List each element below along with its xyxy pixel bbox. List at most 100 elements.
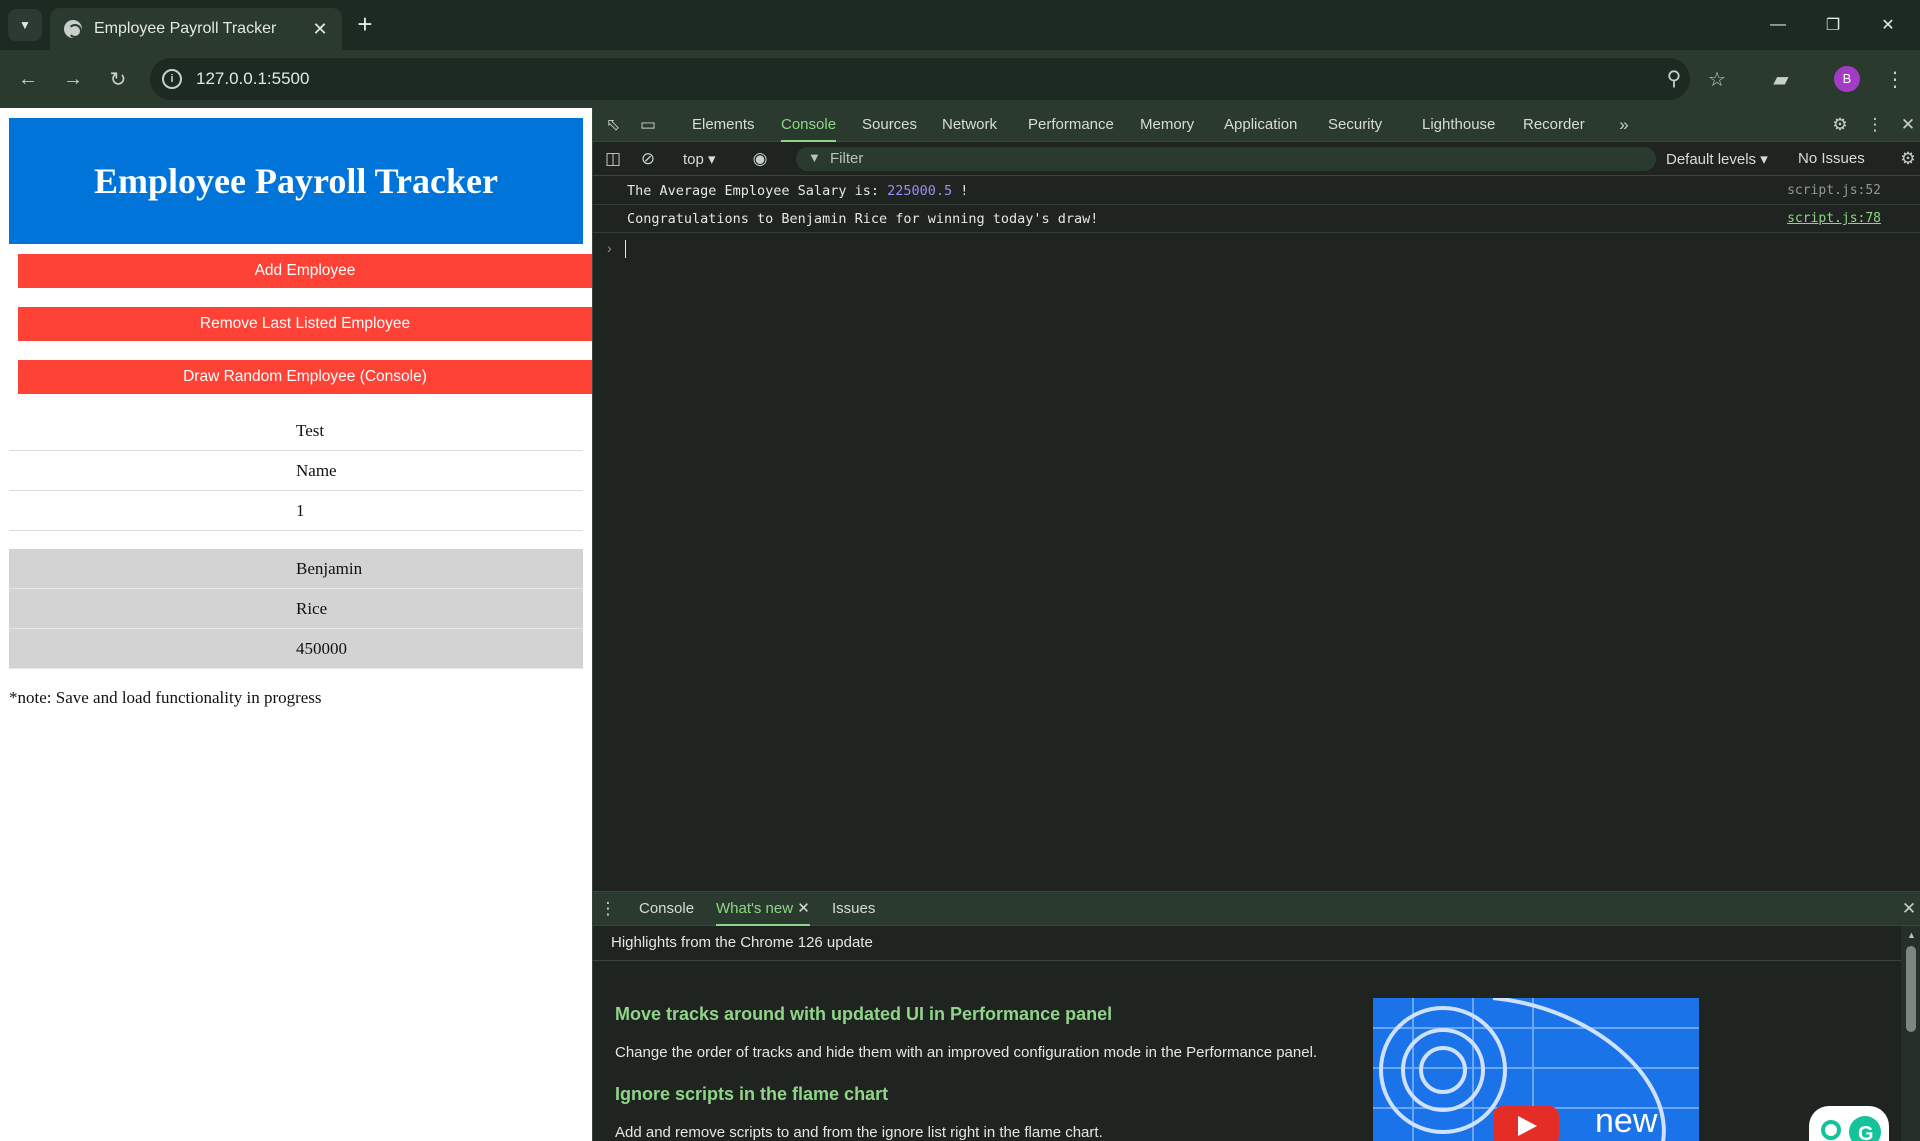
page-header: Employee Payroll Tracker [9,118,583,244]
console-text-prefix: The Average Employee Salary is: [627,183,888,199]
address-bar[interactable]: i 127.0.0.1:5500 ⚲ [150,58,1690,100]
console-message: The Average Employee Salary is: 225000.5… [593,177,1920,205]
zoom-icon[interactable]: ⚲ [1662,68,1686,92]
tab-security[interactable]: Security [1328,108,1382,142]
minimize-button[interactable]: — [1756,8,1800,42]
whats-new-text: Add and remove scripts to and from the i… [615,1124,1103,1141]
whats-new-video-thumbnail[interactable]: new [1373,998,1699,1141]
console-source-link[interactable]: script.js:52 [1787,183,1881,198]
devtools-panel: ⬁ ▭ Elements Console Sources Network Per… [592,108,1920,1141]
console-settings-icon[interactable]: ⚙ [1897,148,1919,170]
close-drawer-icon[interactable]: ✕ [1898,898,1920,920]
browser-tab-strip: ▼ Employee Payroll Tracker ✕ + — ❐ ✕ [0,0,1920,50]
tab-memory[interactable]: Memory [1140,108,1194,142]
employee-record: Test Name 1 [9,411,583,531]
profile-avatar[interactable]: B [1834,66,1860,92]
footnote: *note: Save and load functionality in pr… [9,688,322,707]
console-filterbar: ◫ ⊘ top ▾ ◉ ▼ Filter Default levels ▾ No… [593,142,1920,176]
url-text: 127.0.0.1:5500 [196,69,310,88]
tab-network[interactable]: Network [942,108,997,142]
globe-icon [64,20,82,38]
new-tab-button[interactable]: + [352,11,378,38]
whats-new-heading[interactable]: Ignore scripts in the flame chart [615,1084,888,1105]
employee-record: Benjamin Rice 450000 [9,549,583,669]
settings-gear-icon[interactable]: ⚙ [1829,114,1851,136]
scroll-thumb[interactable] [1906,946,1916,1032]
site-info-icon[interactable]: i [162,69,182,89]
sidebar-toggle-icon[interactable]: ◫ [602,148,624,170]
menu-kebab-icon[interactable]: ⋮ [1880,64,1910,94]
devtools-drawer: ⋮ Console What's new ✕ Issues ✕ Highligh… [593,891,1920,1141]
drawer-tab-whats-new[interactable]: What's new ✕ [716,892,810,926]
scroll-up-arrow-icon[interactable]: ▲ [1907,930,1916,940]
console-message-text: Congratulations to Benjamin Rice for win… [627,211,1099,227]
devtools-tabbar: ⬁ ▭ Elements Console Sources Network Per… [593,108,1920,142]
console-input-cursor[interactable] [625,240,626,258]
tab-search-button[interactable]: ▼ [8,9,42,41]
issues-counter[interactable]: No Issues [1798,150,1865,167]
back-button[interactable]: ← [13,64,43,94]
inspect-element-icon[interactable]: ⬁ [602,114,624,136]
employee-table: Test Name 1 Benjamin Rice 450000 [9,411,583,669]
console-number-value: 225000.5 [887,183,953,199]
more-tabs-icon[interactable]: » [1613,114,1635,136]
browser-toolbar: ← → ↻ i 127.0.0.1:5500 ⚲ ☆ ▰ ⋮ [0,50,1920,108]
employee-first-name: Benjamin [9,549,583,589]
tab-sources[interactable]: Sources [862,108,917,142]
draw-random-employee-button[interactable]: Draw Random Employee (Console) [18,360,592,394]
employee-last-name: Name [9,451,583,491]
drawer-tabbar: ⋮ Console What's new ✕ Issues ✕ [593,892,1920,926]
console-text-suffix: ! [952,183,969,199]
tab-application[interactable]: Application [1224,108,1297,142]
tab-elements[interactable]: Elements [692,108,755,142]
close-tab-icon[interactable]: ✕ [797,900,810,917]
console-message-text: The Average Employee Salary is: 225000.5… [627,183,968,199]
extensions-icon[interactable]: ▰ [1766,64,1796,94]
chevron-down-icon: ▼ [19,18,31,32]
console-source-link[interactable]: script.js:78 [1787,211,1881,226]
bookmark-star-icon[interactable]: ☆ [1702,64,1732,94]
employee-last-name: Rice [9,589,583,629]
add-employee-button[interactable]: Add Employee [18,254,592,288]
clear-console-icon[interactable]: ⊘ [637,148,659,170]
whats-new-subtitle: Highlights from the Chrome 126 update [611,934,873,951]
restore-button[interactable]: ❐ [1811,8,1855,42]
reload-button[interactable]: ↻ [103,64,133,94]
video-label: new [1595,1102,1658,1140]
console-prompt-chevron-icon: › [607,240,612,256]
log-levels-label: Default levels [1666,151,1757,168]
devtools-menu-icon[interactable]: ⋮ [1864,114,1886,136]
drawer-scrollbar[interactable]: ▲ [1901,926,1920,1141]
close-window-button[interactable]: ✕ [1866,8,1910,42]
context-selector-label: top [683,151,704,168]
close-devtools-icon[interactable]: ✕ [1897,114,1919,136]
employee-first-name: Test [9,411,583,451]
drawer-menu-icon[interactable]: ⋮ [597,898,619,920]
device-toolbar-icon[interactable]: ▭ [637,114,659,136]
drawer-tab-whats-new-label: What's new [716,900,794,917]
log-levels-dropdown[interactable]: Default levels ▾ [1666,150,1768,168]
svg-text:G: G [1858,1123,1874,1141]
whats-new-text: Change the order of tracks and hide them… [615,1044,1318,1061]
employee-salary: 450000 [9,629,583,669]
whats-new-heading[interactable]: Move tracks around with updated UI in Pe… [615,1004,1112,1025]
remove-employee-button[interactable]: Remove Last Listed Employee [18,307,592,341]
tab-performance[interactable]: Performance [1028,108,1114,142]
grammarly-icon: G [1821,1116,1881,1141]
tab-lighthouse[interactable]: Lighthouse [1422,108,1495,142]
tab-title: Employee Payroll Tracker [94,20,277,37]
browser-tab[interactable]: Employee Payroll Tracker ✕ [50,8,342,50]
context-selector[interactable]: top ▾ [683,150,716,168]
tab-recorder[interactable]: Recorder [1523,108,1585,142]
grammarly-widget[interactable]: G [1809,1106,1889,1141]
drawer-tab-console[interactable]: Console [639,892,694,926]
employee-salary: 1 [9,491,583,531]
divider [593,960,1901,961]
tab-console[interactable]: Console [781,108,837,142]
console-filter-input[interactable]: ▼ Filter [796,147,1656,171]
live-expression-eye-icon[interactable]: ◉ [749,148,771,170]
console-message: Congratulations to Benjamin Rice for win… [593,205,1920,233]
drawer-tab-issues[interactable]: Issues [832,892,875,926]
close-tab-icon[interactable]: ✕ [308,17,332,41]
forward-button[interactable]: → [58,64,88,94]
